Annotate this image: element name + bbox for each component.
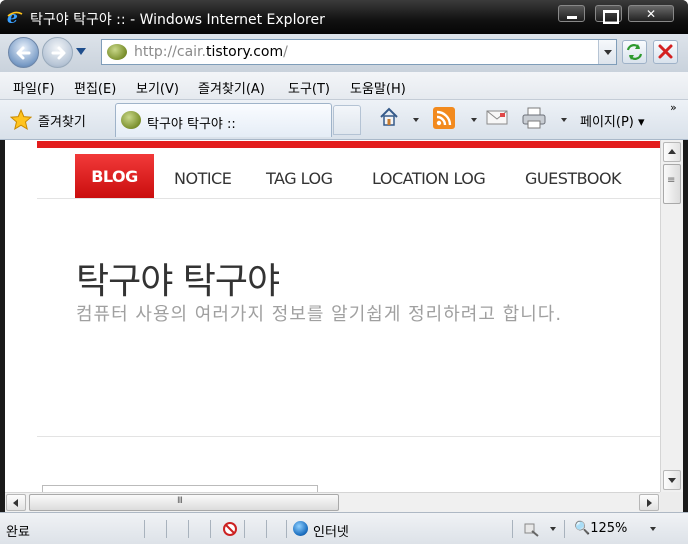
- status-divider: [188, 520, 189, 538]
- blog-description: 컴퓨터 사용의 여러가지 정보를 알기쉽게 정리하려고 합니다.: [76, 304, 563, 325]
- menu-tools[interactable]: 도구(T): [288, 78, 330, 97]
- home-icon[interactable]: [378, 106, 400, 128]
- header-accent-bar: [37, 141, 660, 148]
- menu-file[interactable]: 파일(F): [13, 78, 55, 97]
- page-content: BLOG NOTICE TAG LOG LOCATION LOG GUESTBO…: [5, 140, 660, 492]
- address-field[interactable]: http://cair.tistory.com/: [101, 39, 617, 65]
- nav-divider: [37, 198, 660, 199]
- svg-text:e: e: [7, 8, 18, 26]
- status-divider: [244, 520, 245, 538]
- vertical-scroll-thumb[interactable]: [663, 164, 681, 204]
- forward-arrow-icon: [51, 46, 66, 60]
- zoom-control[interactable]: 🔍125%: [574, 521, 627, 536]
- tab-active[interactable]: 탁구야 탁구야 ::: [115, 103, 332, 137]
- nav-location-log[interactable]: LOCATION LOG: [372, 169, 486, 188]
- address-toolbar: http://cair.tistory.com/: [0, 34, 688, 72]
- refresh-icon: [626, 44, 643, 60]
- mail-icon[interactable]: [486, 109, 508, 125]
- nav-blog[interactable]: BLOG: [75, 154, 154, 199]
- new-tab-button[interactable]: [333, 105, 361, 135]
- favorites-button[interactable]: 즐겨찾기: [38, 111, 86, 130]
- protected-mode-icon[interactable]: [522, 521, 540, 537]
- zoom-dropdown[interactable]: [650, 527, 656, 534]
- url-text[interactable]: http://cair.tistory.com/: [134, 44, 288, 60]
- scroll-down-button[interactable]: [663, 470, 681, 490]
- print-dropdown[interactable]: [561, 118, 567, 125]
- zoom-icon: 🔍: [574, 521, 591, 536]
- menu-edit[interactable]: 편집(E): [74, 78, 116, 97]
- status-divider: [564, 520, 565, 538]
- home-dropdown[interactable]: [413, 118, 419, 125]
- status-text: 완료: [6, 525, 30, 540]
- page-menu-button[interactable]: 페이지(P) ▾: [580, 111, 645, 130]
- menu-favorites[interactable]: 즐겨찾기(A): [198, 78, 265, 97]
- scroll-up-button[interactable]: [663, 142, 681, 162]
- nav-guestbook[interactable]: GUESTBOOK: [525, 169, 622, 188]
- window-title: 탁구야 탁구야 :: - Windows Internet Explorer: [30, 12, 325, 28]
- blog-title[interactable]: 탁구야 탁구야: [76, 252, 280, 304]
- address-dropdown-button[interactable]: [598, 40, 616, 64]
- status-divider: [166, 520, 167, 538]
- sidebar-search-box[interactable]: [42, 485, 318, 492]
- status-bar: 완료 인터넷 🔍125%: [0, 512, 688, 544]
- nav-tag-log[interactable]: TAG LOG: [266, 169, 333, 188]
- vertical-scrollbar[interactable]: [660, 140, 683, 492]
- ie-logo-icon: e: [7, 8, 23, 26]
- recent-pages-dropdown[interactable]: [76, 48, 86, 56]
- security-zone-label[interactable]: 인터넷: [313, 521, 349, 540]
- tab-label: 탁구야 탁구야 ::: [147, 117, 236, 132]
- status-divider: [144, 520, 145, 538]
- post-heading-partial: [371, 485, 375, 492]
- minimize-button[interactable]: [558, 5, 585, 22]
- forward-button[interactable]: [42, 37, 73, 68]
- horizontal-scrollbar[interactable]: [5, 492, 660, 512]
- content-divider: [37, 436, 660, 437]
- stop-icon: [658, 44, 673, 59]
- page-menu-label: 페이지(P): [580, 115, 634, 130]
- zoom-level: 125%: [590, 521, 628, 536]
- nav-notice[interactable]: NOTICE: [174, 169, 232, 188]
- close-window-button[interactable]: ✕: [628, 5, 674, 22]
- status-divider: [210, 520, 211, 538]
- print-icon[interactable]: [522, 107, 546, 129]
- menu-bar: 파일(F) 편집(E) 보기(V) 즐겨찾기(A) 도구(T) 도움말(H): [0, 72, 688, 100]
- popup-blocker-icon[interactable]: [222, 521, 238, 537]
- scroll-right-button[interactable]: [639, 494, 659, 511]
- status-divider: [266, 520, 267, 538]
- favorites-star-icon[interactable]: [10, 109, 32, 131]
- tab-favicon-icon: [121, 111, 141, 129]
- protected-mode-dropdown[interactable]: [550, 527, 556, 534]
- close-icon: ✕: [645, 7, 657, 21]
- globe-icon: [293, 521, 308, 536]
- status-divider: [512, 520, 513, 538]
- refresh-button[interactable]: [622, 40, 647, 64]
- status-divider: [286, 520, 287, 538]
- feeds-dropdown[interactable]: [471, 118, 477, 125]
- back-arrow-icon: [16, 46, 31, 60]
- stop-button[interactable]: [653, 40, 678, 64]
- maximize-button[interactable]: [595, 5, 622, 24]
- rss-icon[interactable]: [433, 107, 455, 129]
- toolbar-overflow-chevron[interactable]: »: [670, 101, 677, 114]
- scroll-left-button[interactable]: [6, 494, 26, 511]
- menu-view[interactable]: 보기(V): [136, 78, 179, 97]
- scrollbar-corner: [660, 492, 683, 512]
- menu-help[interactable]: 도움말(H): [350, 78, 406, 97]
- browser-window: e 탁구야 탁구야 :: - Windows Internet Explorer…: [0, 0, 688, 544]
- title-bar: e 탁구야 탁구야 :: - Windows Internet Explorer…: [0, 0, 688, 34]
- site-favicon-icon: [107, 44, 127, 60]
- horizontal-scroll-thumb[interactable]: [29, 494, 339, 511]
- back-button[interactable]: [8, 37, 39, 68]
- tab-toolbar: 즐겨찾기 탁구야 탁구야 :: 페이지(P) ▾ »: [0, 100, 688, 140]
